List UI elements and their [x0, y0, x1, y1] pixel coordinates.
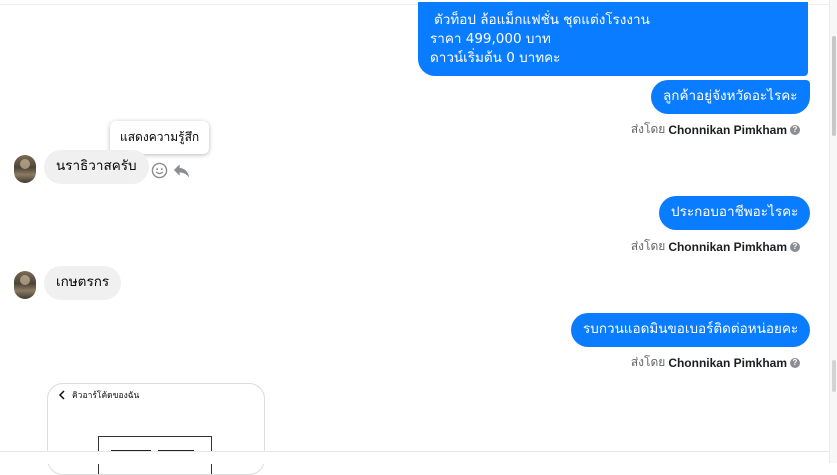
scrollbar-thumb-secondary[interactable]: [832, 360, 836, 392]
avatar[interactable]: [14, 271, 36, 299]
help-circle-icon[interactable]: ?: [790, 357, 800, 368]
message-text: นราธิวาสครับ: [56, 158, 137, 174]
sent-by-label: ส่งโดย Chonnikan Pimkham ?: [631, 353, 800, 372]
help-circle-icon[interactable]: ?: [790, 241, 800, 252]
outgoing-message[interactable]: ประกอบอาชีพอะไรคะ: [659, 196, 811, 230]
avatar[interactable]: [14, 155, 36, 183]
back-chevron-icon: [58, 390, 65, 400]
message-line: ดาวน์เริ่มต้น 0 บาทคะ: [430, 50, 561, 66]
sent-by-prefix: ส่งโดย: [630, 239, 666, 253]
message-text: รบกวนแอดมินขอเบอร์ติดต่อหน่อยคะ: [583, 321, 799, 337]
help-circle-icon[interactable]: ?: [790, 124, 800, 135]
scrollbar-thumb[interactable]: [832, 36, 836, 136]
message-text: เกษตรกร: [56, 274, 110, 290]
react-smiley-icon[interactable]: [151, 162, 168, 179]
reply-arrow-icon[interactable]: [173, 163, 190, 179]
sender-name[interactable]: Chonnikan Pimkham: [668, 240, 787, 254]
sent-by-label: ส่งโดย Chonnikan Pimkham ?: [631, 237, 800, 256]
composer-edge: [0, 451, 830, 464]
outgoing-message[interactable]: ตัวท็อป ล้อแม็กแฟชั่น ชุดแต่งโรงงาน ราคา…: [418, 2, 808, 76]
incoming-message[interactable]: เกษตรกร: [44, 266, 122, 300]
sent-by-prefix: ส่งโดย: [630, 355, 666, 369]
outgoing-message[interactable]: รบกวนแอดมินขอเบอร์ติดต่อหน่อยคะ: [571, 313, 811, 347]
message-text: ประกอบอาชีพอะไรคะ: [671, 204, 799, 220]
image-header-text: คิวอาร์โค้ดของฉัน: [72, 391, 140, 401]
sent-by-prefix: ส่งโดย: [630, 122, 666, 136]
scrollbar[interactable]: [829, 0, 837, 463]
image-header: คิวอาร์โค้ดของฉัน: [58, 388, 139, 402]
incoming-message[interactable]: นราธิวาสครับ: [44, 150, 149, 184]
sent-by-label: ส่งโดย Chonnikan Pimkham ?: [631, 120, 800, 139]
message-line: ตัวท็อป ล้อแม็กแฟชั่น ชุดแต่งโรงงาน: [434, 12, 650, 28]
message-text: ลูกค้าอยู่จังหวัดอะไรคะ: [663, 88, 798, 104]
sender-name[interactable]: Chonnikan Pimkham: [668, 356, 787, 370]
message-thread: ตัวท็อป ล้อแม็กแฟชั่น ชุดแต่งโรงงาน ราคา…: [0, 0, 830, 475]
message-line: ราคา 499,000 บาท: [430, 31, 551, 47]
outgoing-message[interactable]: ลูกค้าอยู่จังหวัดอะไรคะ: [651, 80, 810, 114]
sender-name[interactable]: Chonnikan Pimkham: [668, 123, 787, 137]
